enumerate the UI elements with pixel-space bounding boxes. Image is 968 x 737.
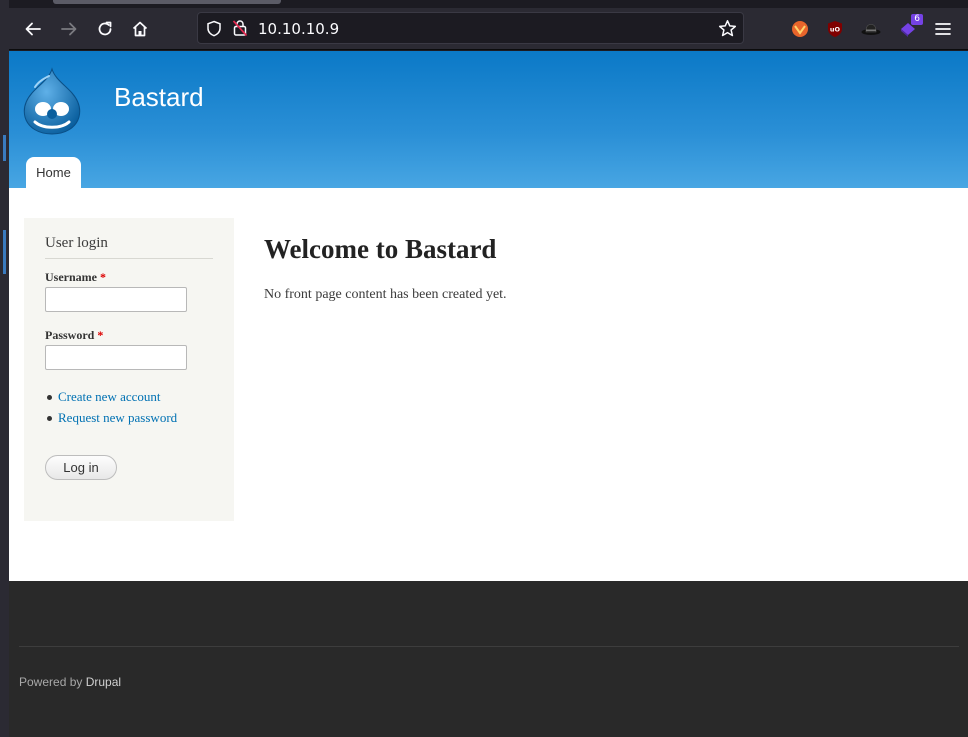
left-window-strip bbox=[0, 0, 9, 737]
required-mark: * bbox=[99, 270, 106, 284]
login-links: Create new account Request new password bbox=[45, 390, 177, 432]
log-in-button[interactable]: Log in bbox=[45, 455, 117, 480]
password-input[interactable] bbox=[45, 345, 187, 370]
hat-icon[interactable] bbox=[860, 18, 882, 40]
browser-toolbar: 10.10.10.9 uO 6 bbox=[9, 8, 968, 50]
page-message: No front page content has been created y… bbox=[264, 287, 507, 302]
page-title: Welcome to Bastard bbox=[264, 234, 497, 264]
password-label-text: Password bbox=[45, 328, 95, 342]
drupal-drop-logo[interactable] bbox=[21, 67, 83, 140]
url-bar[interactable]: 10.10.10.9 bbox=[197, 12, 744, 44]
star-icon[interactable] bbox=[718, 19, 737, 43]
strip-marker bbox=[3, 135, 6, 161]
username-label: Username * bbox=[45, 270, 106, 285]
shield-icon[interactable] bbox=[206, 20, 222, 42]
list-item: Create new account bbox=[45, 390, 177, 411]
drupal-link[interactable]: Drupal bbox=[86, 675, 121, 689]
reload-icon[interactable] bbox=[92, 16, 118, 42]
site-footer: Powered by Drupal bbox=[9, 581, 968, 737]
active-tab-indicator[interactable] bbox=[53, 0, 281, 4]
footer-divider bbox=[19, 646, 959, 647]
bullet bbox=[47, 395, 52, 400]
web-page: Bastard Home User login Username * Passw… bbox=[9, 51, 968, 737]
forward-arrow-icon[interactable] bbox=[56, 16, 82, 42]
powered-prefix: Powered by bbox=[19, 675, 83, 689]
site-name[interactable]: Bastard bbox=[114, 82, 204, 113]
svg-text:uO: uO bbox=[830, 26, 841, 34]
strip-marker bbox=[3, 230, 6, 274]
tab-home[interactable]: Home bbox=[26, 157, 81, 188]
insecure-lock-icon[interactable] bbox=[232, 19, 248, 42]
back-arrow-icon[interactable] bbox=[20, 16, 46, 42]
foxyproxy-icon[interactable] bbox=[789, 18, 811, 40]
site-header: Bastard Home bbox=[9, 51, 968, 188]
extension-badge: 6 bbox=[911, 14, 923, 25]
request-password-link[interactable]: Request new password bbox=[58, 410, 177, 425]
hamburger-menu-icon[interactable] bbox=[932, 18, 954, 40]
powered-by: Powered by Drupal bbox=[19, 675, 121, 689]
username-label-text: Username bbox=[45, 270, 97, 284]
ublock-icon[interactable]: uO bbox=[824, 18, 846, 40]
username-input[interactable] bbox=[45, 287, 187, 312]
url-text[interactable]: 10.10.10.9 bbox=[258, 20, 339, 38]
block-title: User login bbox=[45, 235, 213, 259]
tab-bar bbox=[9, 0, 968, 8]
user-login-block: User login Username * Password * Create … bbox=[24, 218, 234, 521]
home-icon[interactable] bbox=[127, 16, 153, 42]
extension-puzzle-icon[interactable]: 6 bbox=[897, 14, 923, 40]
create-account-link[interactable]: Create new account bbox=[58, 389, 161, 404]
list-item: Request new password bbox=[45, 411, 177, 432]
password-label: Password * bbox=[45, 328, 103, 343]
required-mark: * bbox=[97, 328, 104, 342]
bullet bbox=[47, 416, 52, 421]
